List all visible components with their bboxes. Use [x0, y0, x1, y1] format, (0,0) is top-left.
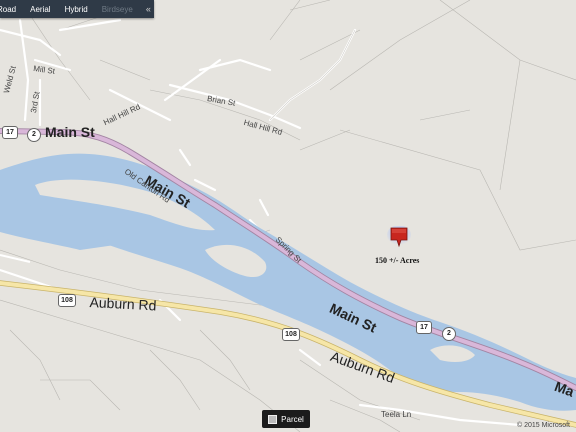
parcel-acres-label: 150 +/- Acres	[375, 256, 420, 265]
map-type-toolbar: Road Aerial Hybrid Birdseye «	[0, 0, 154, 18]
route-2-shield-east: 2	[442, 327, 456, 341]
route-108-shield-east: 108	[282, 328, 300, 341]
label-teela-ln: Teela Ln	[381, 410, 412, 419]
map-type-hybrid[interactable]: Hybrid	[58, 5, 95, 14]
route-17-shield: 17	[2, 126, 18, 139]
label-auburn-rd-1: Auburn Rd	[89, 294, 157, 314]
collapse-toolbar-icon[interactable]: «	[140, 4, 157, 14]
route-2-shield: 2	[27, 128, 41, 142]
map-type-birdseye[interactable]: Birdseye	[95, 5, 140, 14]
route-108-shield: 108	[58, 294, 76, 307]
label-main-st-1: Main St	[45, 124, 95, 140]
copyright-notice: © 2015 Microsoft	[516, 422, 570, 429]
parcel-checkbox-icon[interactable]	[268, 414, 278, 424]
map-base-layer	[0, 0, 576, 432]
parcel-toggle-button[interactable]: Parcel	[262, 410, 310, 428]
map-pin-icon[interactable]	[387, 226, 411, 248]
map-canvas[interactable]: Road Aerial Hybrid Birdseye « Main St Ma…	[0, 0, 576, 432]
route-17-shield-east: 17	[416, 321, 432, 334]
map-type-aerial[interactable]: Aerial	[23, 5, 57, 14]
parcel-button-label: Parcel	[281, 414, 304, 424]
map-type-road[interactable]: Road	[0, 5, 23, 14]
